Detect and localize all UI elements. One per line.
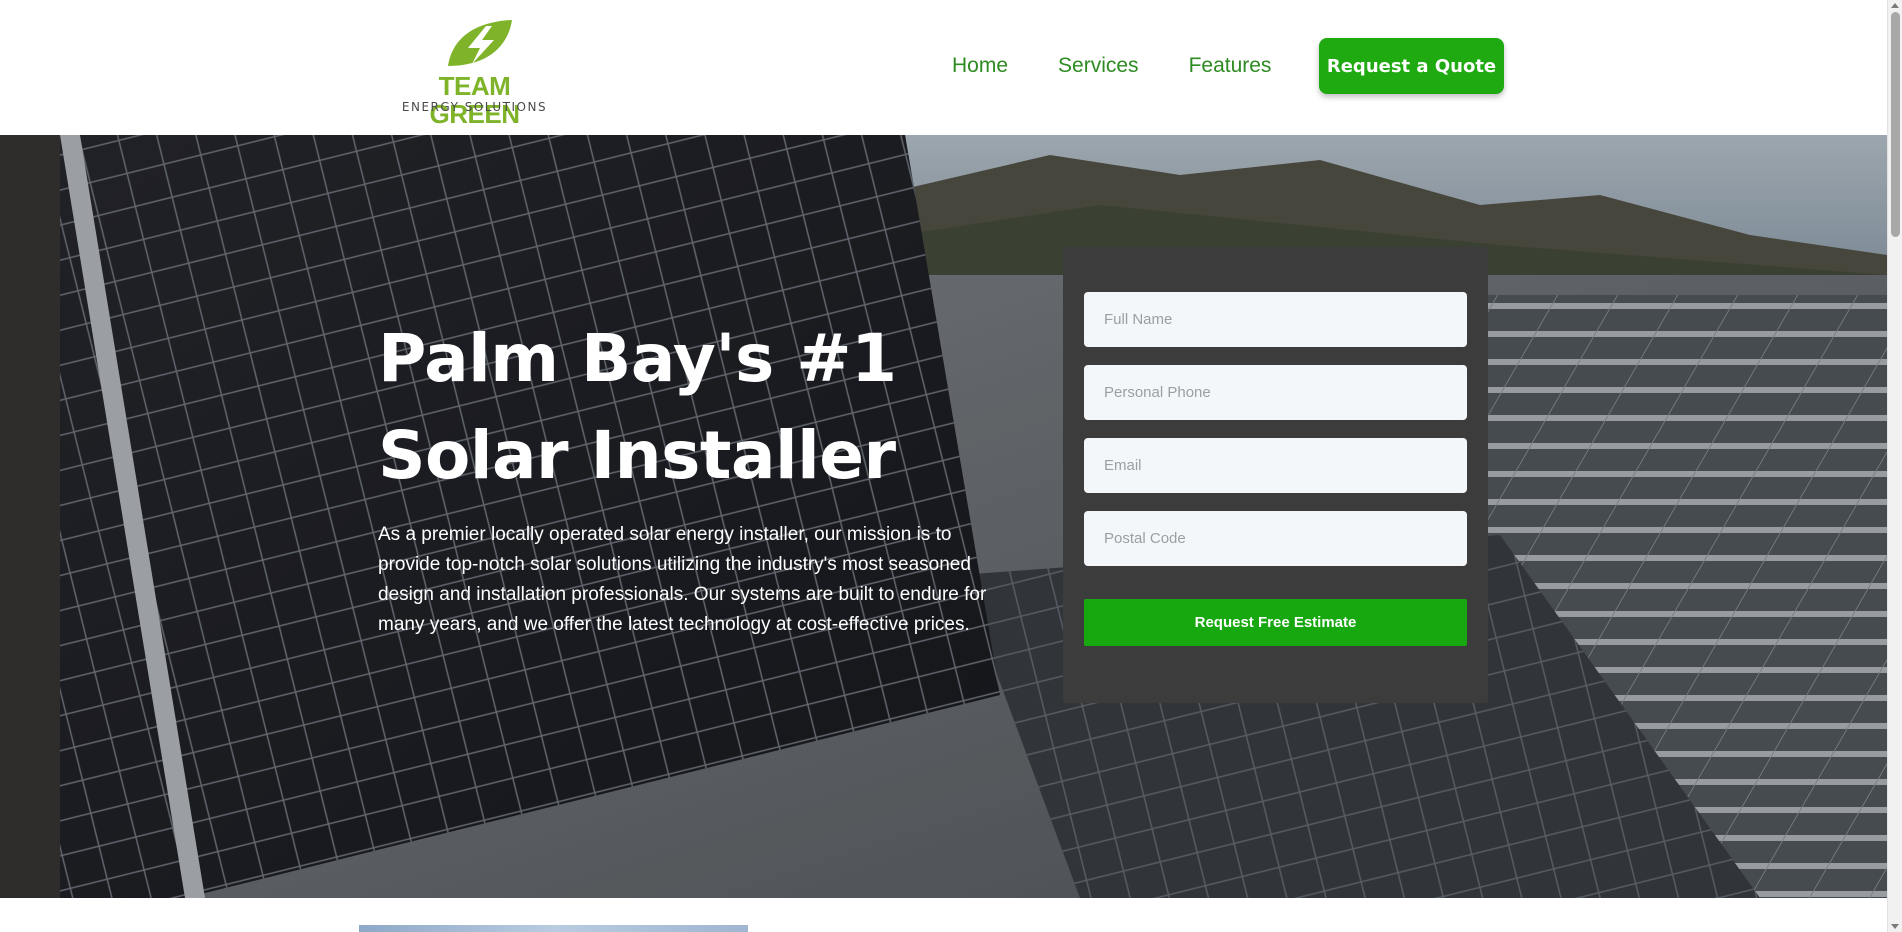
scrollbar-thumb[interactable] bbox=[1891, 12, 1900, 237]
request-estimate-button[interactable]: Request Free Estimate bbox=[1084, 599, 1467, 646]
section-image-preview bbox=[359, 925, 748, 932]
hero-section: Palm Bay's #1 Solar Installer As a premi… bbox=[0, 135, 1887, 898]
brand-logo[interactable]: TEAM GREEN ENERGY SOLUTIONS bbox=[392, 18, 557, 128]
scroll-up-icon[interactable] bbox=[1891, 3, 1899, 8]
lightning-leaf-icon bbox=[448, 20, 512, 66]
request-quote-button[interactable]: Request a Quote bbox=[1319, 38, 1504, 94]
full-name-input[interactable] bbox=[1084, 292, 1467, 347]
estimate-form: Request Free Estimate bbox=[1063, 247, 1488, 703]
page: TEAM GREEN ENERGY SOLUTIONS Home Service… bbox=[0, 0, 1902, 932]
main-nav: Home Services Features bbox=[952, 52, 1321, 80]
site-header: TEAM GREEN ENERGY SOLUTIONS Home Service… bbox=[0, 0, 1887, 135]
nav-services[interactable]: Services bbox=[1058, 52, 1139, 80]
brand-tagline: ENERGY SOLUTIONS bbox=[401, 100, 548, 114]
page-scrollbar[interactable] bbox=[1887, 0, 1902, 932]
postal-code-input[interactable] bbox=[1084, 511, 1467, 566]
nav-features[interactable]: Features bbox=[1189, 52, 1272, 80]
scroll-down-icon[interactable] bbox=[1891, 924, 1899, 929]
hero-overlay bbox=[0, 135, 1887, 898]
nav-home[interactable]: Home bbox=[952, 52, 1008, 80]
hero-title: Palm Bay's #1 Solar Installer bbox=[378, 320, 897, 494]
hero-description: As a premier locally operated solar ener… bbox=[378, 524, 987, 635]
email-input[interactable] bbox=[1084, 438, 1467, 493]
phone-input[interactable] bbox=[1084, 365, 1467, 420]
